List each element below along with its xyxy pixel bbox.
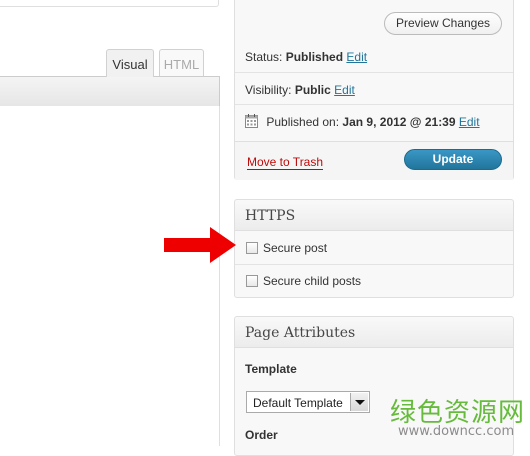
post-title-box xyxy=(0,0,219,7)
divider xyxy=(235,72,513,73)
published-edit-link[interactable]: Edit xyxy=(459,115,480,129)
secure-child-posts-option[interactable]: Secure child posts xyxy=(246,274,361,288)
chevron-down-icon[interactable] xyxy=(350,393,368,411)
publishing-actions: Move to Trash Update xyxy=(235,141,513,180)
secure-post-option[interactable]: Secure post xyxy=(246,241,327,255)
preview-changes-button[interactable]: Preview Changes xyxy=(384,12,502,35)
tab-html[interactable]: HTML xyxy=(159,49,204,77)
tab-visual[interactable]: Visual xyxy=(106,49,154,77)
visibility-label: Visibility: xyxy=(245,83,292,97)
template-select[interactable]: Default Template xyxy=(246,391,370,413)
update-button[interactable]: Update xyxy=(404,149,502,170)
red-arrow-icon xyxy=(164,227,236,263)
visibility-edit-link[interactable]: Edit xyxy=(334,83,355,97)
calendar-icon xyxy=(245,114,258,131)
published-on-row: Published on: Jan 9, 2012 @ 21:39 Edit xyxy=(245,114,480,131)
status-edit-link[interactable]: Edit xyxy=(346,50,367,64)
watermark-url: www.downcc.com xyxy=(398,424,515,439)
status-value: Published xyxy=(285,50,344,64)
visibility-row: Visibility: Public Edit xyxy=(245,83,355,97)
published-label: Published on: xyxy=(266,115,340,129)
https-box: HTTPS Secure post Secure child posts xyxy=(234,199,514,298)
divider xyxy=(235,104,513,105)
secure-child-posts-label: Secure child posts xyxy=(263,274,362,288)
page-attributes-title: Page Attributes xyxy=(235,317,513,348)
visibility-value: Public xyxy=(294,83,331,97)
publish-box: Preview Changes Status: Published Edit V… xyxy=(234,0,514,180)
secure-child-posts-checkbox[interactable] xyxy=(246,275,258,287)
published-date: Jan 9, 2012 @ 21:39 xyxy=(342,115,456,129)
order-label: Order xyxy=(245,428,278,442)
editor-content-area[interactable] xyxy=(0,106,220,446)
move-to-trash-link[interactable]: Move to Trash xyxy=(247,156,324,170)
status-label: Status: xyxy=(245,50,283,64)
secure-post-label: Secure post xyxy=(263,241,328,255)
status-row: Status: Published Edit xyxy=(245,50,367,64)
template-select-value: Default Template xyxy=(253,396,343,410)
divider xyxy=(235,264,513,265)
template-label: Template xyxy=(245,362,297,376)
secure-post-checkbox[interactable] xyxy=(246,242,258,254)
https-box-title: HTTPS xyxy=(235,200,513,231)
editor-toolbar xyxy=(0,76,220,107)
